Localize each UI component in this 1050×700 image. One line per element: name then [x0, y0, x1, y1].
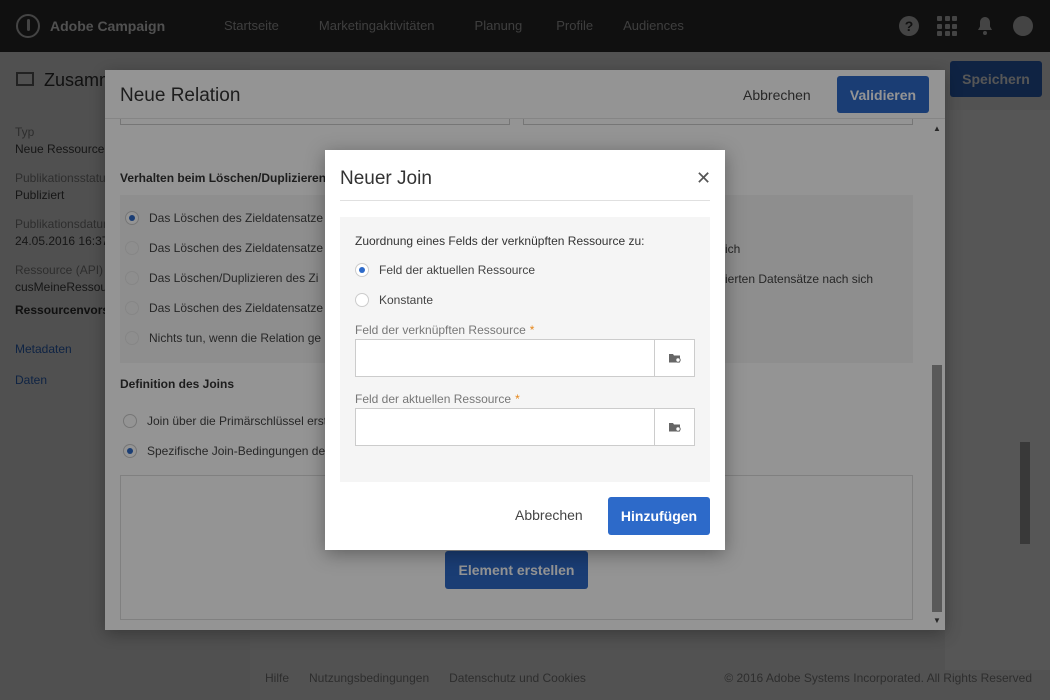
current-field-label: Feld der aktuellen Ressource * — [355, 392, 520, 406]
divider — [340, 200, 710, 201]
linked-field-label: Feld der verknüpften Ressource * — [355, 323, 534, 337]
radio-button[interactable] — [355, 293, 369, 307]
field-label-text: Feld der verknüpften Ressource — [355, 323, 526, 337]
field-label-text: Feld der aktuellen Ressource — [355, 392, 512, 406]
option-label: Feld der aktuellen Ressource — [379, 263, 536, 277]
add-button[interactable]: Hinzufügen — [608, 497, 710, 535]
linked-field-text-input[interactable] — [356, 340, 654, 376]
dialog-title: Neuer Join — [340, 168, 432, 189]
field-picker-icon[interactable] — [654, 340, 694, 376]
close-icon[interactable]: ✕ — [696, 168, 711, 189]
option-constant[interactable]: Konstante — [355, 293, 433, 307]
cancel-button[interactable]: Abbrechen — [515, 507, 583, 523]
current-field-text-input[interactable] — [356, 409, 654, 445]
mapping-label: Zuordnung eines Felds der verknüpften Re… — [355, 234, 645, 248]
required-marker: * — [529, 323, 535, 337]
linked-field-input — [355, 339, 695, 377]
option-label: Konstante — [379, 293, 434, 307]
field-picker-icon[interactable] — [654, 409, 694, 445]
join-form-box: Zuordnung eines Felds der verknüpften Re… — [340, 217, 710, 482]
option-current-field[interactable]: Feld der aktuellen Ressource — [355, 263, 535, 277]
required-marker: * — [515, 392, 520, 406]
new-join-dialog: Neuer Join ✕ Zuordnung eines Felds der v… — [325, 150, 725, 550]
current-field-input — [355, 408, 695, 446]
radio-button[interactable] — [355, 263, 369, 277]
